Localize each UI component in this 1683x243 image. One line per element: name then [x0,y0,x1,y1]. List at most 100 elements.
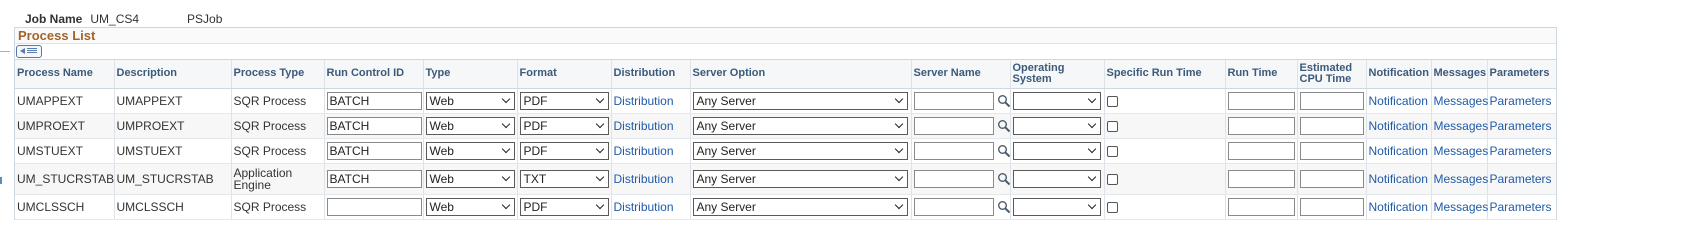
chevron-down-icon [501,172,510,181]
chevron-down-icon [894,144,903,153]
col-header-run-control-id[interactable]: Run Control ID [323,60,423,89]
notification-link[interactable]: Notification [1369,94,1428,108]
server-name-input[interactable] [913,169,994,188]
estimated-cpu-time-input[interactable] [1299,169,1364,188]
notification-link[interactable]: Notification [1369,172,1428,186]
left-edge-marker [0,177,2,184]
col-header-distribution[interactable]: Distribution [610,60,690,89]
notification-link[interactable]: Notification [1369,144,1428,158]
magnifier-lookup-icon[interactable] [997,172,1011,186]
server-option-select-value: Any Server [696,199,756,214]
magnifier-lookup-icon[interactable] [997,94,1011,108]
server-name-input[interactable] [913,141,994,160]
left-edge-divider [0,51,10,52]
server-name-input[interactable] [913,116,994,135]
col-header-format[interactable]: Format [516,60,611,89]
messages-link[interactable]: Messages [1434,200,1489,214]
chevron-down-icon [595,200,604,209]
col-header-server-option[interactable]: Server Option [689,60,911,89]
estimated-cpu-time-input[interactable] [1299,91,1364,110]
messages-link[interactable]: Messages [1434,94,1489,108]
estimated-cpu-time-input[interactable] [1299,141,1364,160]
specific-run-time-checkbox[interactable] [1106,145,1118,157]
run-time-input[interactable] [1227,141,1295,160]
col-header-description[interactable]: Description [113,60,231,89]
col-header-parameters[interactable]: Parameters [1486,60,1556,89]
format-select[interactable]: PDF [519,91,609,110]
parameters-link[interactable]: Parameters [1490,119,1552,133]
chevron-down-icon [894,94,903,103]
grid-view-toggle-icon[interactable] [16,45,42,58]
server-option-select[interactable]: Any Server [692,169,908,188]
server-option-select[interactable]: Any Server [692,116,908,135]
col-header-messages[interactable]: Messages [1430,60,1487,89]
distribution-link[interactable]: Distribution [614,172,674,186]
specific-run-time-checkbox[interactable] [1106,120,1118,132]
distribution-link[interactable]: Distribution [614,200,674,214]
operating-system-select[interactable] [1012,116,1101,135]
run-control-id-input[interactable] [326,169,422,188]
run-time-input[interactable] [1227,197,1295,216]
col-header-server-name[interactable]: Server Name [910,60,1010,89]
type-select[interactable]: Web [425,141,515,160]
col-header-specific-run-time[interactable]: Specific Run Time [1103,60,1225,89]
col-header-estimated-cpu-time[interactable]: Estimated CPU Time [1296,60,1366,89]
estimated-cpu-time-input[interactable] [1299,116,1364,135]
run-control-id-input[interactable] [326,141,422,160]
process-type-cell: SQR Process [230,138,324,164]
distribution-link[interactable]: Distribution [614,94,674,108]
server-name-input[interactable] [913,197,994,216]
run-time-input[interactable] [1227,116,1295,135]
operating-system-select[interactable] [1012,197,1101,216]
col-header-run-time[interactable]: Run Time [1224,60,1297,89]
parameters-link[interactable]: Parameters [1490,200,1552,214]
run-control-id-input[interactable] [326,91,422,110]
operating-system-select[interactable] [1012,91,1101,110]
specific-run-time-checkbox[interactable] [1106,95,1118,107]
run-time-input[interactable] [1227,91,1295,110]
description-cell: UMCLSSCH [113,194,231,220]
server-name-input[interactable] [913,91,994,110]
format-select[interactable]: PDF [519,197,609,216]
col-header-type[interactable]: Type [422,60,517,89]
operating-system-select[interactable] [1012,141,1101,160]
messages-link[interactable]: Messages [1434,144,1489,158]
type-select[interactable]: Web [425,116,515,135]
magnifier-lookup-icon[interactable] [997,144,1011,158]
table-row: UMCLSSCH UMCLSSCH SQR Process Web PDF Distrib… [15,194,1556,220]
format-select[interactable]: TXT [519,169,609,188]
col-header-operating-system[interactable]: Operating System [1009,60,1104,89]
server-option-select[interactable]: Any Server [692,141,908,160]
server-option-select[interactable]: Any Server [692,197,908,216]
table-row: UM_STUCRSTAB UM_STUCRSTAB Application Engi… [15,163,1556,195]
distribution-link[interactable]: Distribution [614,119,674,133]
estimated-cpu-time-input[interactable] [1299,197,1364,216]
col-header-process-type[interactable]: Process Type [230,60,324,89]
specific-run-time-checkbox[interactable] [1106,173,1118,185]
run-control-id-input[interactable] [326,197,422,216]
operating-system-select[interactable] [1012,169,1101,188]
parameters-link[interactable]: Parameters [1490,94,1552,108]
messages-link[interactable]: Messages [1434,119,1489,133]
chevron-down-icon [894,172,903,181]
server-option-select[interactable]: Any Server [692,91,908,110]
type-select[interactable]: Web [425,169,515,188]
type-select[interactable]: Web [425,91,515,110]
format-select-value: PDF [523,118,548,133]
run-time-input[interactable] [1227,169,1295,188]
specific-run-time-checkbox[interactable] [1106,201,1118,213]
magnifier-lookup-icon[interactable] [997,200,1011,214]
messages-link[interactable]: Messages [1434,172,1489,186]
distribution-link[interactable]: Distribution [614,144,674,158]
magnifier-lookup-icon[interactable] [997,119,1011,133]
format-select[interactable]: PDF [519,116,609,135]
run-control-id-input[interactable] [326,116,422,135]
col-header-notification[interactable]: Notification [1365,60,1431,89]
notification-link[interactable]: Notification [1369,119,1428,133]
parameters-link[interactable]: Parameters [1490,172,1552,186]
col-header-process-name[interactable]: Process Name [15,60,114,89]
format-select[interactable]: PDF [519,141,609,160]
notification-link[interactable]: Notification [1369,200,1428,214]
parameters-link[interactable]: Parameters [1490,144,1552,158]
type-select[interactable]: Web [425,197,515,216]
